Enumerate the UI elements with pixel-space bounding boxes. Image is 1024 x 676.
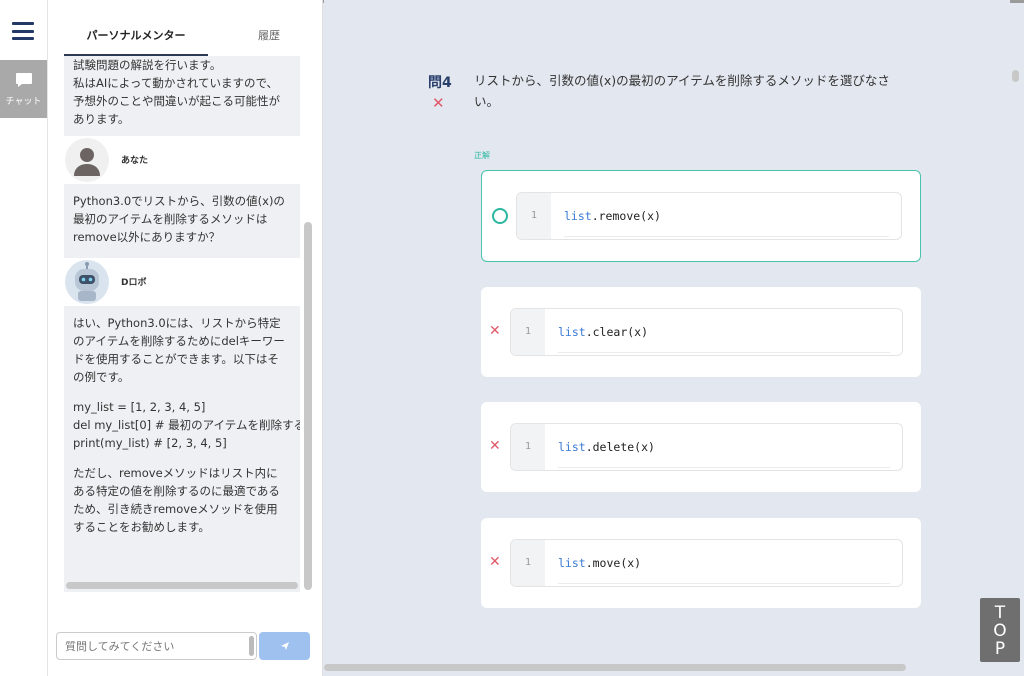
top-letter: O (993, 621, 1007, 641)
code-underline (564, 227, 889, 237)
chat-vertical-scrollbar[interactable] (304, 222, 312, 590)
text-line: はい、Python3.0には、リストから特定 (73, 316, 281, 330)
hamburger-menu-icon[interactable] (12, 22, 34, 40)
correct-circle-icon (492, 208, 508, 224)
code-line: print(my_list) # [2, 3, 4, 5] (73, 436, 227, 450)
code-block: 1 list.delete(x) (510, 423, 903, 471)
code-block: 1 list.remove(x) (516, 192, 902, 240)
question-wrong-mark: ✕ (432, 94, 445, 112)
send-arrow-icon (280, 641, 289, 650)
bot-intro-message: 試験問題の解説を行います。 私はAIによって動かされていますので、 予想外のこと… (64, 56, 300, 136)
line-number: 1 (517, 193, 551, 239)
code-block: 1 list.clear(x) (510, 308, 903, 356)
code-object: list (558, 325, 586, 339)
correct-answer-label: 正解 (474, 151, 490, 160)
text-line: ため、引き続きremoveメソッドを使用 (73, 502, 278, 516)
line-number: 1 (511, 540, 545, 586)
text-line: ある特定の値を削除するのに最適である (73, 484, 280, 498)
answer-option-remove[interactable]: 1 list.remove(x) (481, 170, 921, 262)
left-rail: チャット (0, 0, 48, 676)
question-area: 問4 ✕ リストから、引数の値(x)の最初のアイテムを削除するメソッドを選びなさ… (324, 0, 1010, 676)
chat-toggle-label: チャット (5, 97, 42, 107)
tab-personal-mentor[interactable]: パーソナルメンター (64, 22, 208, 56)
code-object: list (558, 556, 586, 570)
text-line: ただし、removeメソッドはリスト内に (73, 466, 278, 480)
code-object: list (564, 209, 592, 223)
input-resize-handle[interactable] (249, 636, 254, 656)
question-text: リストから、引数の値(x)の最初のアイテムを削除するメソッドを選びなさい。 (474, 73, 890, 109)
code-object: list (558, 440, 586, 454)
text-line: のアイテムを削除するためにdelキーワー (73, 334, 285, 348)
chat-tabs: パーソナルメンター 履歴 (64, 22, 316, 56)
bot-reply-message: はい、Python3.0には、リストから特定 のアイテムを削除するためにdelキ… (64, 306, 300, 536)
code-block: 1 list.move(x) (510, 539, 903, 587)
code-line: my_list = [1, 2, 3, 4, 5] (73, 400, 206, 414)
text-line: 私はAIによって動かされていますので、 (73, 76, 279, 90)
question-number: 問4 (428, 75, 452, 91)
code-method: .delete(x) (585, 440, 655, 454)
text-line: することをお勧めします。 (73, 520, 210, 534)
text-line: の例です。 (73, 370, 130, 384)
chat-question-input[interactable] (56, 632, 257, 660)
answer-option-clear[interactable]: ✕ 1 list.clear(x) (481, 287, 921, 377)
code-text: list.move(x) (558, 556, 641, 570)
main-horizontal-scrollbar[interactable] (324, 664, 906, 671)
chat-messages[interactable]: 試験問題の解説を行います。 私はAIによって動かされていますので、 予想外のこと… (64, 56, 300, 592)
back-to-top-button[interactable]: T O P (980, 598, 1020, 662)
code-underline (558, 458, 890, 468)
line-number: 1 (511, 309, 545, 355)
robot-icon (75, 262, 99, 301)
user-header: あなた (64, 136, 300, 184)
code-text: list.clear(x) (558, 325, 648, 339)
user-avatar (65, 138, 109, 182)
wrong-x-icon: ✕ (489, 554, 501, 570)
text-line: 最初のアイテムを削除するメソッドは (73, 212, 268, 226)
chat-bubble-icon (15, 73, 32, 87)
code-underline (558, 343, 890, 353)
page-vertical-scrollbar[interactable] (1012, 70, 1019, 82)
top-letter: T (994, 603, 1006, 623)
text-line: 予想外のことや間違いが起こる可能性が (73, 94, 280, 108)
wrong-x-icon: ✕ (489, 323, 501, 339)
chat-horizontal-scrollbar[interactable] (66, 582, 298, 589)
send-button[interactable] (259, 632, 310, 660)
answer-option-move[interactable]: ✕ 1 list.move(x) (481, 518, 921, 608)
text-line: ドを使用することができます。以下はそ (73, 352, 279, 366)
bot-name: Dロボ (121, 278, 147, 288)
text-line: あります。 (73, 112, 130, 126)
text-line: remove以外にありますか？ (73, 230, 221, 244)
text-line: 試験問題の解説を行います。 (73, 58, 222, 72)
code-method: .clear(x) (585, 325, 649, 339)
top-letter: P (994, 639, 1006, 659)
answer-option-delete[interactable]: ✕ 1 list.delete(x) (481, 402, 921, 492)
code-method: .remove(x) (591, 209, 661, 223)
line-number: 1 (511, 424, 545, 470)
chat-panel: パーソナルメンター 履歴 試験問題の解説を行います。 私はAIによって動かされて… (48, 0, 323, 676)
code-text: list.remove(x) (564, 209, 661, 223)
text-line: Python3.0でリストから、引数の値(x)の (73, 194, 285, 208)
bot-avatar (65, 260, 109, 304)
code-underline (558, 574, 890, 584)
bot-header: Dロボ (64, 258, 300, 306)
code-line: del my_list[0] # 最初のアイテムを削除する (73, 418, 300, 432)
chat-input-row (56, 632, 310, 662)
code-text: list.delete(x) (558, 440, 655, 454)
user-name: あなた (121, 156, 149, 166)
tab-history[interactable]: 履歴 (239, 22, 299, 56)
user-message: Python3.0でリストから、引数の値(x)の 最初のアイテムを削除するメソッ… (64, 184, 300, 258)
code-method: .move(x) (585, 556, 642, 570)
user-silhouette-icon (74, 148, 100, 176)
wrong-x-icon: ✕ (489, 438, 501, 454)
chat-toggle-button[interactable]: チャット (0, 60, 47, 118)
